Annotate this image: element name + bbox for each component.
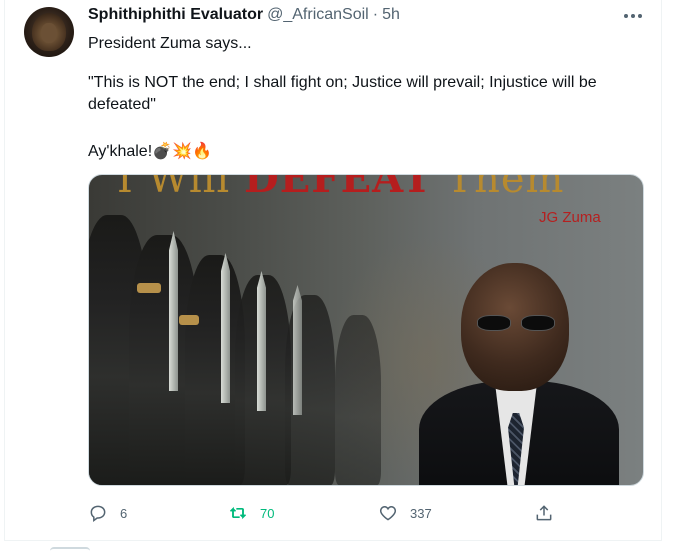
caption-part: Them: [432, 174, 565, 202]
display-name[interactable]: Sphithiphithi Evaluator: [88, 6, 263, 24]
soldier-figure: [285, 295, 335, 485]
caption-part: I Will: [117, 174, 245, 202]
user-handle[interactable]: @_AfricanSoil: [267, 6, 369, 24]
avatar[interactable]: [24, 7, 74, 57]
tweet-header: Sphithiphithi Evaluator @_AfricanSoil · …: [88, 6, 400, 24]
tweet-actions: 6 70 337: [88, 498, 558, 528]
reply-icon: [90, 505, 106, 522]
like-icon: [379, 505, 397, 521]
more-icon[interactable]: [618, 4, 648, 28]
tweet-text-quote: "This is NOT the end; I shall fight on; …: [88, 74, 597, 113]
bayonet: [169, 231, 178, 391]
chin-strap: [179, 315, 199, 325]
retweet-button[interactable]: 70: [228, 498, 274, 528]
retweet-count: 70: [260, 505, 275, 521]
reply-button[interactable]: 6: [88, 498, 127, 528]
share-icon: [536, 505, 552, 521]
bayonet: [257, 271, 266, 411]
separator-dot: ·: [372, 6, 379, 23]
tweet-text-line: Ay'khale!💣💥🔥: [88, 143, 212, 160]
image-attribution: JG Zuma: [539, 209, 601, 226]
image-caption: I Will DEFEAT Them: [117, 174, 565, 202]
timestamp[interactable]: 5h: [382, 6, 400, 24]
reply-count: 6: [120, 505, 128, 521]
tweet-image[interactable]: I Will DEFEAT Them JG Zuma: [88, 174, 644, 486]
bayonet: [293, 285, 302, 415]
retweet-icon: [229, 506, 247, 520]
soldier-figure: [335, 315, 381, 485]
next-tweet-edge: [50, 547, 90, 555]
like-count: 337: [410, 505, 432, 521]
sunglasses: [477, 315, 557, 333]
like-button[interactable]: 337: [378, 498, 432, 528]
chin-strap: [137, 283, 161, 293]
avatar-lion-face: [41, 23, 57, 43]
portrait-figure: [419, 263, 619, 485]
tweet-text-line: President Zuma says...: [88, 35, 252, 52]
caption-emphasis: DEFEAT: [244, 174, 433, 202]
bayonet: [221, 253, 230, 403]
share-button[interactable]: [534, 498, 554, 528]
